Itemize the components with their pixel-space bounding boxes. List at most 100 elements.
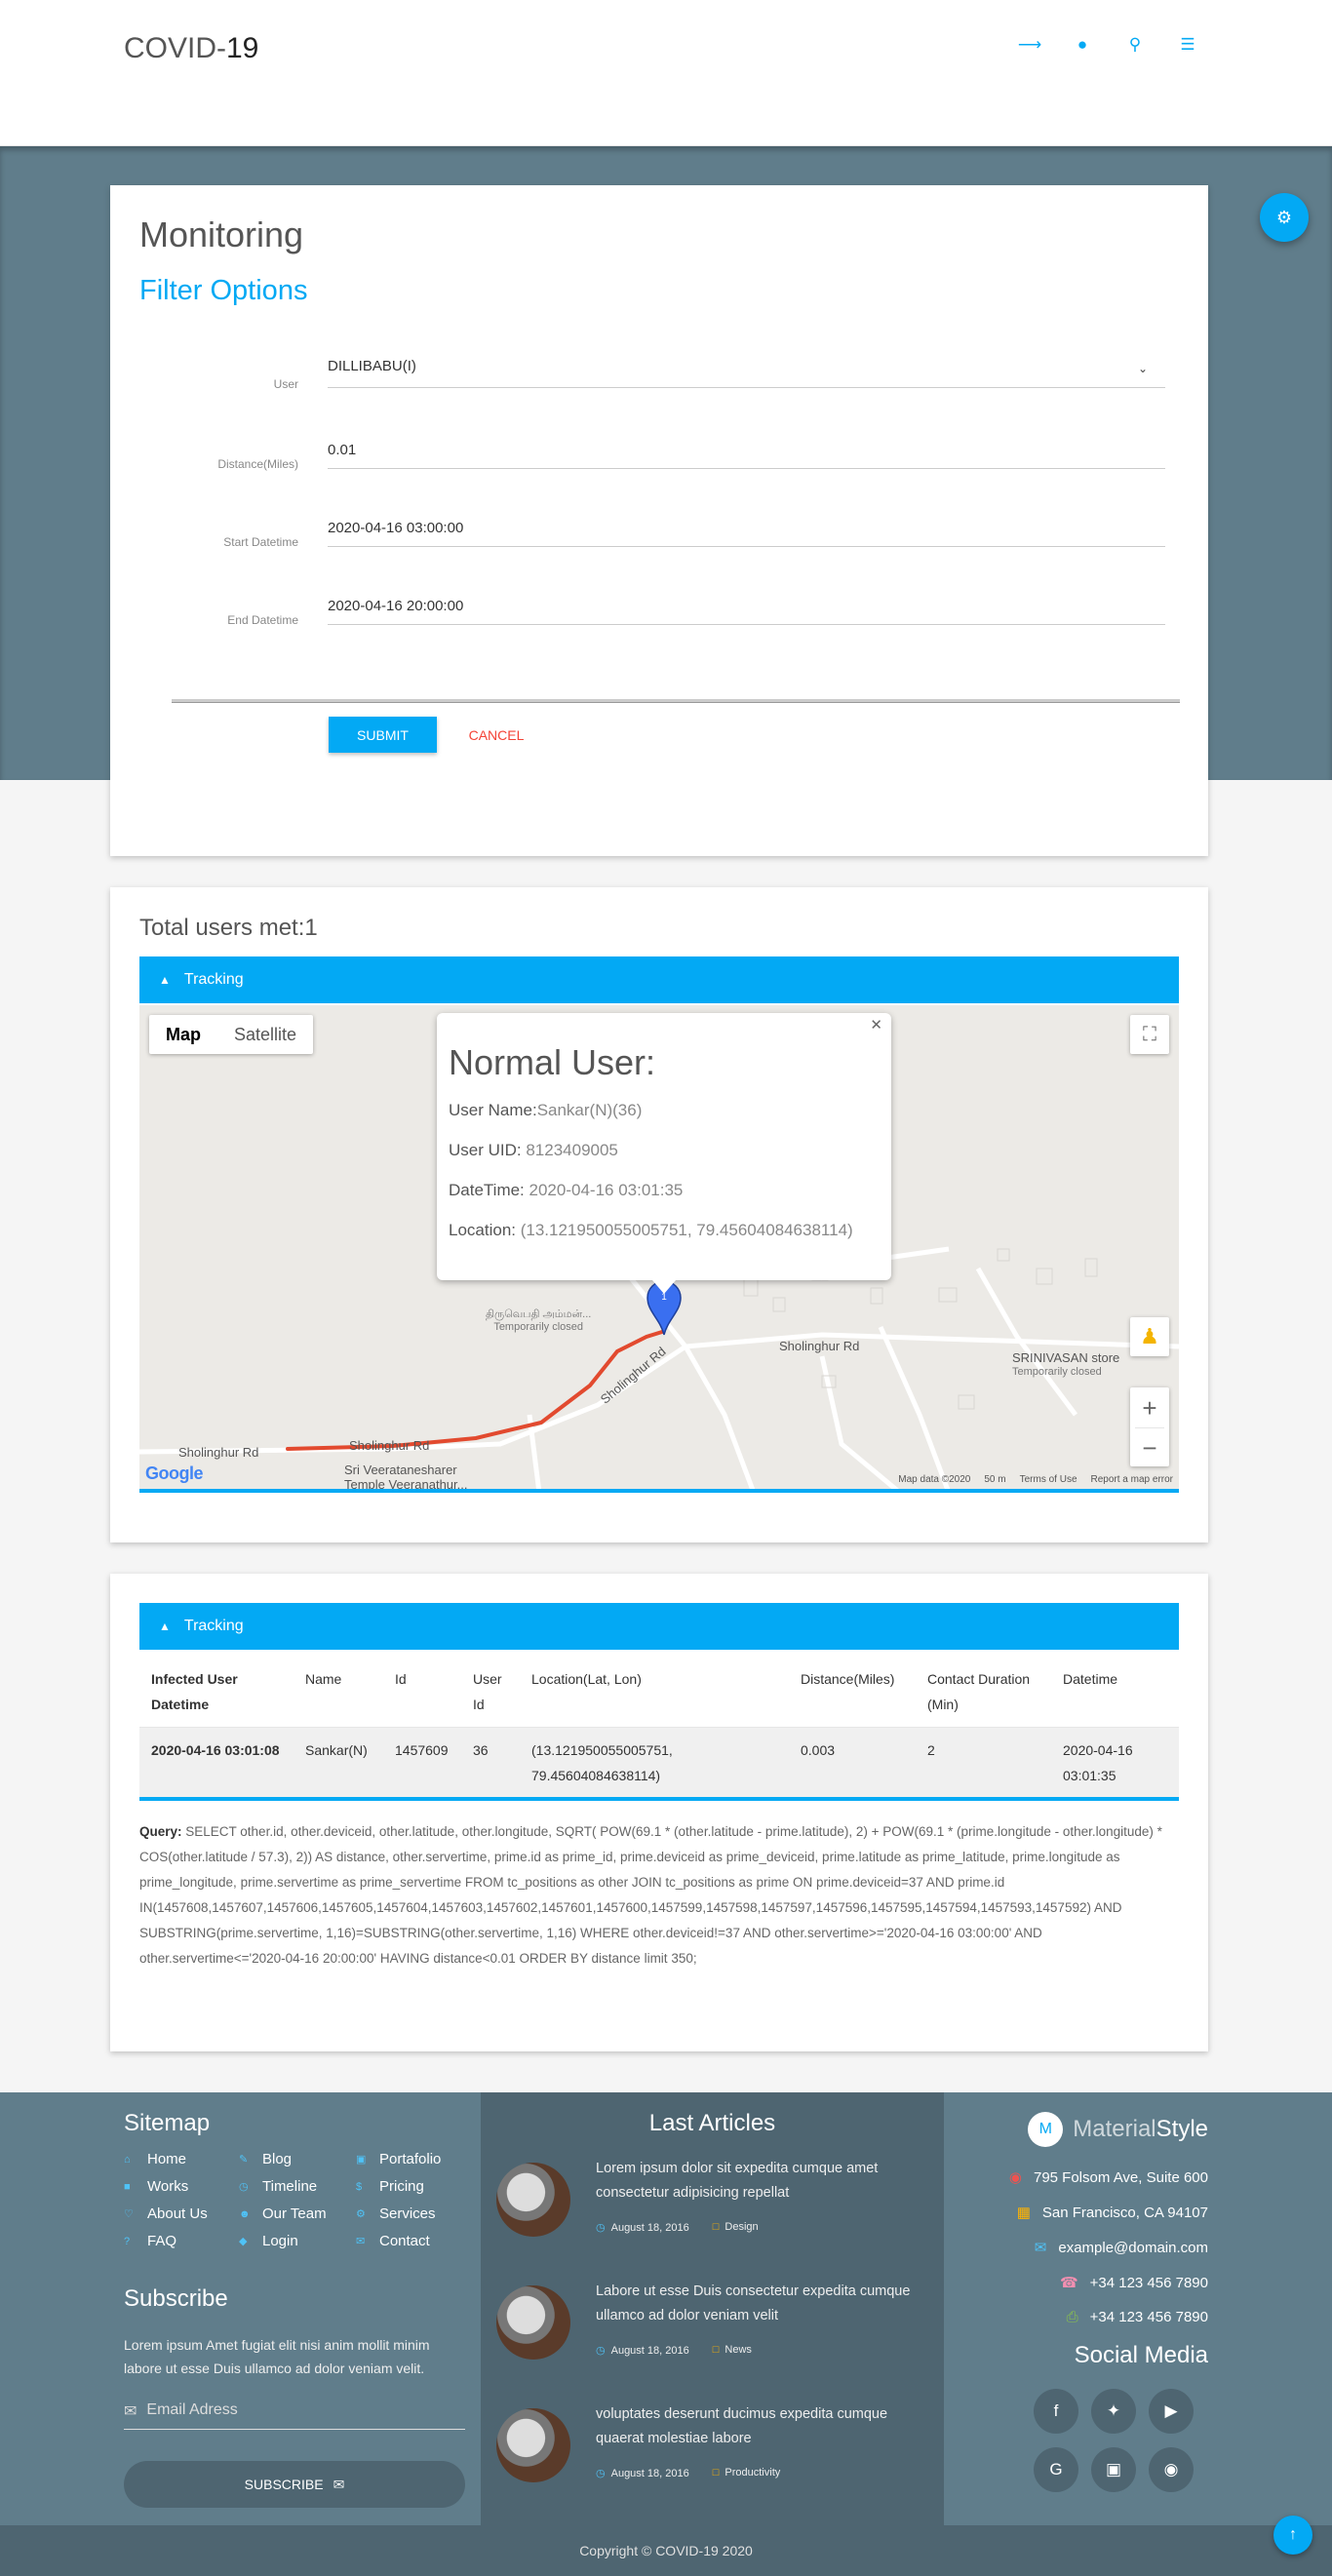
instagram-icon[interactable]: ▣ bbox=[1091, 2447, 1136, 2492]
article-title[interactable]: Lorem ipsum dolor sit expedita cumque am… bbox=[596, 2157, 927, 2205]
google-icon[interactable]: G bbox=[1034, 2447, 1078, 2492]
sitemap-link-about-us[interactable]: ♡ About Us bbox=[124, 2205, 239, 2222]
info-window: ✕ Normal User: User Name:Sankar(N)(36) U… bbox=[437, 1013, 891, 1294]
sitemap-links: ⌂ Home ✎ Blog ▣ Portafolio ■ Works ◷ Timeline… bbox=[124, 2151, 473, 2249]
search-icon[interactable]: ⚲ bbox=[1125, 35, 1145, 55]
sitemap-link-blog[interactable]: ✎ Blog bbox=[239, 2151, 356, 2167]
filter-options-title: Filter Options bbox=[139, 275, 308, 306]
article-item[interactable]: Labore ut esse Duis consectetur expedita… bbox=[496, 2280, 935, 2387]
fax-icon: ⎙ bbox=[1066, 2309, 1078, 2325]
sitemap-link-pricing[interactable]: $ Pricing bbox=[356, 2178, 473, 2195]
submit-button[interactable]: SUBMIT bbox=[329, 717, 437, 753]
end-datetime-input[interactable]: 2020-04-16 20:00:00 bbox=[328, 598, 1165, 625]
email-field[interactable]: ✉ Email Adress bbox=[124, 2401, 465, 2430]
map-scale[interactable]: 50 m bbox=[984, 1474, 1005, 1485]
brand-logo[interactable]: COVID-19 bbox=[124, 32, 258, 65]
article-title[interactable]: Labore ut esse Duis consectetur expedita… bbox=[596, 2280, 927, 2328]
sitemap-link-login[interactable]: ◆ Login bbox=[239, 2233, 356, 2249]
scroll-to-top-button[interactable]: ↑ bbox=[1273, 2516, 1312, 2555]
road-label: Sholinghur Rd bbox=[178, 1445, 259, 1460]
tracking-bar-title: Tracking bbox=[183, 971, 244, 988]
report-map-error-link[interactable]: Report a map error bbox=[1091, 1474, 1173, 1485]
map-type-map-button[interactable]: Map bbox=[149, 1015, 217, 1054]
table-cell: (13.121950055005751, 79.45604084638114) bbox=[520, 1727, 789, 1800]
dollar-icon: $ bbox=[356, 2180, 363, 2193]
question-icon: ? bbox=[124, 2235, 131, 2247]
map-footer: Map data ©2020 50 m Terms of Use Report … bbox=[898, 1474, 1173, 1485]
social-media-title: Social Media bbox=[1074, 2342, 1208, 2368]
poi-temple[interactable]: திருவெபதி அம்மன்... Temporarily closed bbox=[486, 1308, 591, 1334]
start-datetime-input[interactable]: 2020-04-16 03:00:00 bbox=[328, 520, 1165, 547]
street-view-pegman[interactable]: ♟ bbox=[1130, 1317, 1169, 1356]
heart-icon: ♡ bbox=[124, 2208, 134, 2220]
cancel-button[interactable]: CANCEL bbox=[467, 717, 526, 753]
footer-contact-column: M MaterialStyle ◉ 795 Folsom Ave, Suite 6… bbox=[944, 2092, 1332, 2525]
page-title: Monitoring bbox=[139, 215, 304, 254]
user-field-row: User DILLIBABU(I) ⌄ bbox=[110, 358, 1208, 416]
user-select[interactable]: DILLIBABU(I) ⌄ bbox=[328, 358, 1165, 388]
share-icon[interactable]: ⟶ bbox=[1018, 35, 1041, 55]
map-marker-icon: ◉ bbox=[1008, 2169, 1022, 2186]
map-view[interactable]: 1 Sholinghur Rd Sholinghur Rd Sholinghur… bbox=[139, 1005, 1179, 1493]
sitemap-link-contact[interactable]: ✉ Contact bbox=[356, 2233, 473, 2249]
close-icon[interactable]: ✕ bbox=[870, 1016, 882, 1034]
start-datetime-label: Start Datetime bbox=[223, 535, 298, 549]
sitemap-link-faq[interactable]: ? FAQ bbox=[124, 2233, 239, 2249]
twitter-icon[interactable]: ✦ bbox=[1091, 2389, 1136, 2434]
menu-icon[interactable]: ☰ bbox=[1178, 35, 1197, 55]
last-articles-title: Last Articles bbox=[648, 2110, 776, 2136]
sitemap-link-services[interactable]: ⚙ Services bbox=[356, 2205, 473, 2222]
map-type-satellite-button[interactable]: Satellite bbox=[217, 1015, 313, 1054]
sitemap-link-our-team[interactable]: ☻ Our Team bbox=[239, 2205, 356, 2222]
map-icon: ▦ bbox=[1016, 2205, 1031, 2221]
table-cell: 0.003 bbox=[789, 1727, 916, 1800]
table-row[interactable]: 2020-04-16 03:01:08 Sankar(N) 1457609 36… bbox=[139, 1727, 1179, 1800]
distance-input[interactable]: 0.01 bbox=[328, 442, 1165, 469]
settings-fab-button[interactable]: ⚙ bbox=[1260, 193, 1309, 242]
graduation-cap-icon: ▲ bbox=[159, 1620, 171, 1633]
table-cell: Sankar(N) bbox=[294, 1727, 383, 1800]
sitemap-link-portafolio[interactable]: ▣ Portafolio bbox=[356, 2151, 473, 2167]
top-navbar: COVID-19 ⟶ ● ⚲ ☰ bbox=[0, 0, 1332, 146]
sitemap-link-timeline[interactable]: ◷ Timeline bbox=[239, 2178, 356, 2195]
zoom-in-button[interactable]: + bbox=[1142, 1388, 1156, 1427]
user-icon[interactable]: ● bbox=[1073, 35, 1092, 55]
github-icon[interactable]: ◉ bbox=[1149, 2447, 1194, 2492]
article-meta: ◷ August 18, 2016 □ News bbox=[596, 2344, 752, 2357]
contact-email[interactable]: ✉ example@domain.com bbox=[1035, 2239, 1208, 2257]
materialstyle-brand[interactable]: M MaterialStyle bbox=[1028, 2112, 1208, 2147]
end-datetime-row: End Datetime 2020-04-16 20:00:00 bbox=[110, 593, 1208, 651]
article-meta: ◷ August 18, 2016 □ Productivity bbox=[596, 2467, 781, 2479]
article-item[interactable]: Lorem ipsum dolor sit expedita cumque am… bbox=[496, 2157, 935, 2264]
distance-field-row: Distance(Miles) 0.01 bbox=[110, 437, 1208, 495]
fullscreen-button[interactable]: ⛶ bbox=[1130, 1015, 1169, 1054]
article-item[interactable]: voluptates deserunt ducimus expedita cum… bbox=[496, 2402, 935, 2510]
phone-icon: ☎ bbox=[1059, 2275, 1078, 2291]
facebook-icon[interactable]: f bbox=[1034, 2389, 1078, 2434]
sitemap-link-home[interactable]: ⌂ Home bbox=[124, 2151, 239, 2167]
gears-icon: ⚙ bbox=[356, 2208, 366, 2220]
poi-sri-temple[interactable]: Sri Veeratanesharer Temple Veeranathur... bbox=[344, 1464, 467, 1489]
user-label: User bbox=[273, 377, 298, 391]
folder-icon: □ bbox=[712, 2221, 720, 2233]
contact-phone[interactable]: ☎ +34 123 456 7890 bbox=[1059, 2274, 1208, 2292]
end-datetime-label: End Datetime bbox=[227, 613, 298, 627]
article-title[interactable]: voluptates deserunt ducimus expedita cum… bbox=[596, 2402, 927, 2451]
contact-city: ▦ San Francisco, CA 94107 bbox=[1016, 2204, 1208, 2222]
contact-fax[interactable]: ⎙ +34 123 456 7890 bbox=[1067, 2309, 1208, 2325]
subscribe-button[interactable]: SUBSCRIBE ✉ bbox=[124, 2461, 465, 2508]
poi-store[interactable]: SRINIVASAN store Temporarily closed bbox=[1012, 1351, 1119, 1379]
popup-user-name: User Name:Sankar(N)(36) bbox=[449, 1101, 643, 1119]
table-header-row: Infected User Datetime Name Id User Id L… bbox=[139, 1653, 1179, 1728]
popup-location: Location: (13.121950055005751, 79.456040… bbox=[449, 1221, 853, 1239]
clock-icon: ◷ bbox=[596, 2345, 606, 2357]
lock-icon: ◆ bbox=[239, 2236, 248, 2247]
terms-link[interactable]: Terms of Use bbox=[1020, 1474, 1077, 1485]
youtube-icon[interactable]: ▶ bbox=[1149, 2389, 1194, 2434]
site-footer: Sitemap ⌂ Home ✎ Blog ▣ Portafolio ■ Works ◷… bbox=[0, 2092, 1332, 2525]
start-datetime-row: Start Datetime 2020-04-16 03:00:00 bbox=[110, 515, 1208, 573]
sitemap-link-works[interactable]: ■ Works bbox=[124, 2178, 239, 2195]
google-logo: Google bbox=[145, 1464, 204, 1483]
zoom-out-button[interactable]: − bbox=[1135, 1426, 1164, 1466]
folder-icon: □ bbox=[712, 2344, 720, 2356]
